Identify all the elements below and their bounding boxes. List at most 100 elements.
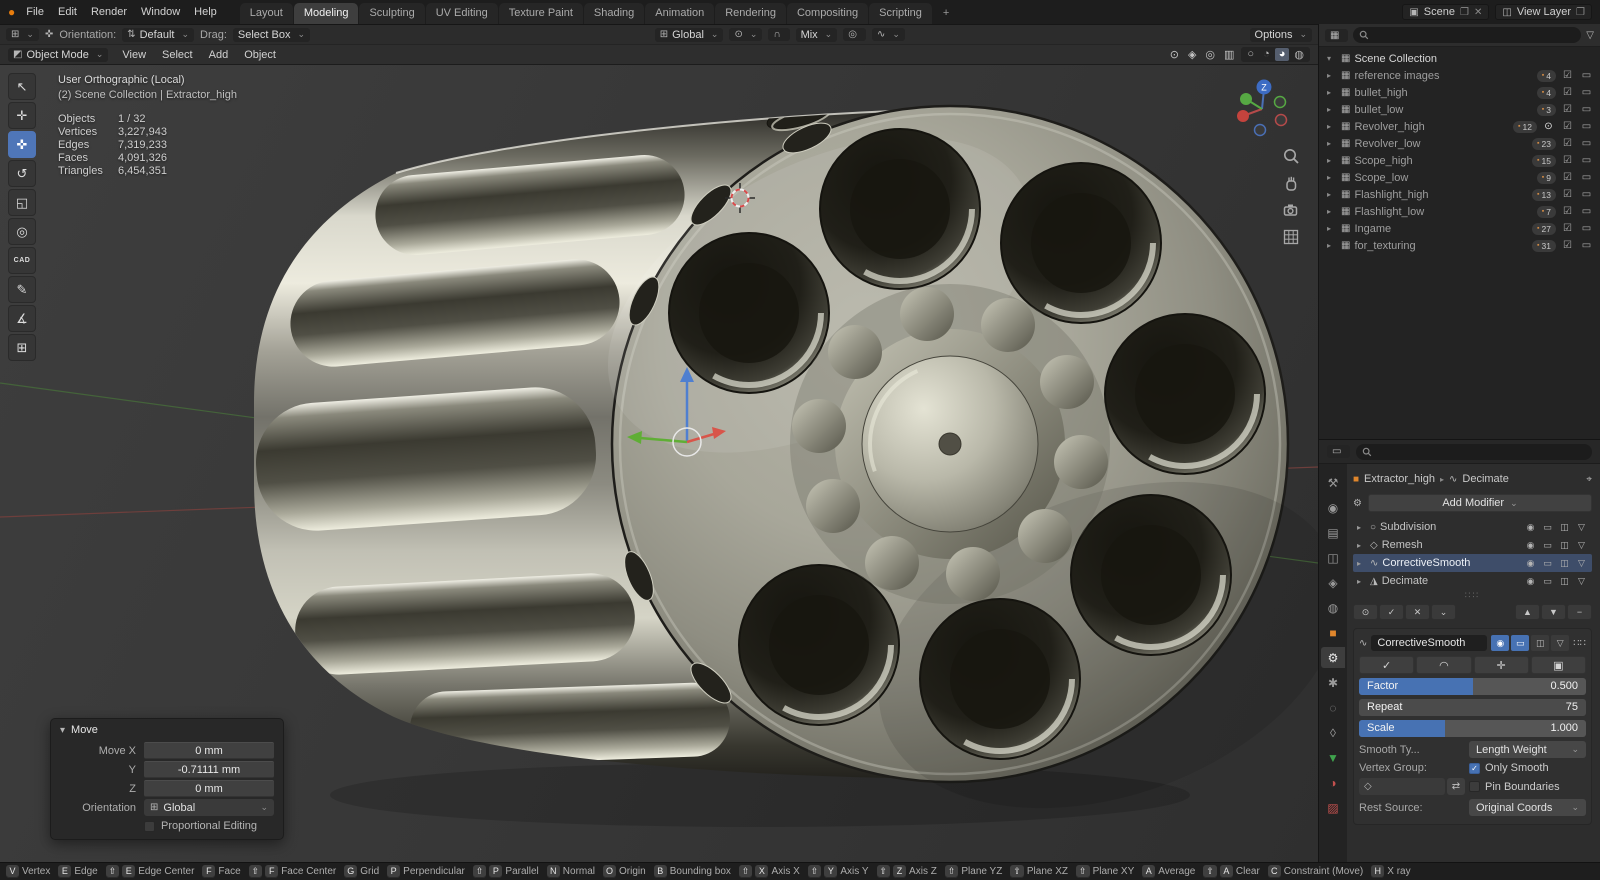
outliner-item[interactable]: ▸ ▦ Scope_high ▪ 15 ☑ ▭ — [1319, 152, 1600, 169]
outliner-item[interactable]: ▸ ▦ Scope_low ▪ 9 ☑ ▭ — [1319, 169, 1600, 186]
modifier-realtime-toggle[interactable]: ▭ — [1541, 576, 1554, 587]
shading-solid-button[interactable]: ◔ — [1259, 48, 1274, 61]
add-modifier-button[interactable]: Add Modifier — [1367, 494, 1592, 512]
factor-slider[interactable]: Factor 0.500 — [1359, 678, 1586, 695]
proportional-falloff-dropdown[interactable]: ∿ — [871, 28, 905, 41]
remove-modifier-button[interactable]: − — [1567, 604, 1592, 620]
disclosure-icon[interactable]: ▸ — [1327, 207, 1337, 216]
cursor-tool[interactable]: ✛ — [8, 102, 36, 129]
modifier-realtime-toggle[interactable]: ▭ — [1541, 522, 1554, 533]
workspace-tab-modeling[interactable]: Modeling — [293, 3, 359, 24]
menu-render[interactable]: Render — [84, 4, 134, 20]
mode-dropdown[interactable]: ◩ Object Mode — [8, 47, 109, 62]
modifier-row-correctivesmooth[interactable]: ▸ ∿ CorrectiveSmooth ◉ ▭ ◫ ▽ — [1353, 554, 1592, 572]
properties-tab-render-icon[interactable]: ◉ — [1321, 497, 1345, 518]
cad-sketcher-tool[interactable]: CAD — [8, 247, 36, 274]
outliner-item[interactable]: ▸ ▦ Flashlight_high ▪ 13 ☑ ▭ — [1319, 186, 1600, 203]
outliner-editor-type-button[interactable]: ▦ — [1325, 28, 1349, 42]
screen-icon[interactable]: ▭ — [1579, 189, 1594, 200]
checkbox-icon[interactable]: ☑ — [1560, 104, 1575, 115]
proportional-editing-button[interactable]: ◎ — [843, 28, 866, 41]
smooth-preview-button[interactable]: ◠ — [1416, 656, 1472, 674]
workspace-tab-shading[interactable]: Shading — [583, 3, 645, 24]
screen-icon[interactable]: ▭ — [1579, 87, 1594, 98]
drag-dropdown[interactable]: Select Box — [232, 27, 311, 42]
checkbox-icon[interactable]: ☑ — [1560, 223, 1575, 234]
disclosure-icon[interactable]: ▸ — [1327, 173, 1337, 182]
workspace-tab-rendering[interactable]: Rendering — [715, 3, 786, 24]
shading-wireframe-button[interactable]: ○ — [1243, 48, 1258, 61]
new-view-layer-icon[interactable]: ❐ — [1576, 7, 1585, 18]
screen-icon[interactable]: ▭ — [1579, 206, 1594, 217]
screen-icon[interactable]: ▭ — [1579, 223, 1594, 234]
outliner-item[interactable]: ▸ ▦ Revolver_high ▪ 12 ⊙ ☑ ▭ — [1319, 118, 1600, 135]
detail-render-toggle[interactable]: ◉ — [1491, 635, 1510, 651]
workspace-tab-sculpting[interactable]: Sculpting — [359, 3, 425, 24]
checkbox-icon[interactable]: ☑ — [1560, 240, 1575, 251]
properties-tab-modifiers-icon[interactable]: ⚙ — [1321, 647, 1345, 668]
disclosure-icon[interactable]: ▸ — [1327, 71, 1337, 80]
disclosure-icon[interactable]: ▸ — [1327, 88, 1337, 97]
duplicate-modifier-button[interactable]: ✛ — [1473, 656, 1529, 674]
screen-icon[interactable]: ▭ — [1579, 138, 1594, 149]
annotate-tool[interactable]: ✎ — [8, 276, 36, 303]
snap-toggle-button[interactable]: ∩ — [768, 28, 790, 41]
gizmo-z-neg-axis[interactable] — [1253, 123, 1267, 137]
menu-file[interactable]: File — [19, 4, 51, 20]
modifier-render-toggle[interactable]: ◉ — [1524, 558, 1537, 569]
show-gizmo-button[interactable]: ◈ — [1186, 48, 1198, 61]
drag-dots-icon[interactable]: ∷∷ — [1573, 638, 1586, 649]
properties-tab-object-data-icon[interactable]: ▼ — [1321, 747, 1345, 768]
disclosure-icon[interactable]: ▸ — [1327, 122, 1337, 131]
modifier-cage-toggle[interactable]: ▽ — [1575, 576, 1588, 587]
workspace-tab-compositing[interactable]: Compositing — [786, 3, 869, 24]
camera-view-icon[interactable] — [1282, 201, 1300, 219]
rest-source-dropdown[interactable]: Original Coords — [1469, 799, 1586, 816]
gizmo-x-neg-axis[interactable] — [1274, 113, 1288, 127]
transform-tool[interactable]: ◎ — [8, 218, 36, 245]
move-field-value[interactable]: -0.71111 mm — [144, 761, 274, 778]
3d-viewport[interactable]: ↖ ✛ ✜ ↺ ◱ ◎ CAD ✎ ∡ ⊞ User Orthographic (Local) (… — [0, 65, 1318, 862]
menu-edit[interactable]: Edit — [51, 4, 84, 20]
repeat-field[interactable]: Repeat 75 — [1359, 699, 1586, 716]
workspace-tab-uv-editing[interactable]: UV Editing — [425, 3, 498, 24]
workspace-tab-texture-paint[interactable]: Texture Paint — [498, 3, 583, 24]
object-visibility-dropdown[interactable]: ⊙ — [1168, 48, 1181, 61]
properties-tab-particles-icon[interactable]: ✱ — [1321, 672, 1345, 693]
modifier-render-toggle[interactable]: ◉ — [1524, 522, 1537, 533]
modifier-render-toggle[interactable]: ◉ — [1524, 576, 1537, 587]
scale-slider[interactable]: Scale 1.000 — [1359, 720, 1586, 737]
modifier-row-subdivision[interactable]: ▸ ○ Subdivision ◉ ▭ ◫ ▽ — [1353, 518, 1592, 536]
disclosure-icon[interactable]: ▸ — [1357, 559, 1366, 568]
modifier-cage-toggle[interactable]: ▽ — [1575, 540, 1588, 551]
workspace-tab-scripting[interactable]: Scripting — [869, 3, 932, 24]
workspace-tab-animation[interactable]: Animation — [645, 3, 715, 24]
outliner-item[interactable]: ▸ ▦ Revolver_low ▪ 23 ☑ ▭ — [1319, 135, 1600, 152]
disclosure-icon[interactable]: ▸ — [1327, 139, 1337, 148]
snap-target-dropdown[interactable]: Mix — [795, 27, 838, 42]
close-scene-icon[interactable]: ✕ — [1474, 7, 1482, 18]
outliner-item[interactable]: ▸ ▦ bullet_high ▪ 4 ☑ ▭ — [1319, 84, 1600, 101]
screen-icon[interactable]: ▭ — [1579, 121, 1594, 132]
zoom-icon[interactable] — [1282, 147, 1300, 165]
properties-tab-physics-icon[interactable]: ◌ — [1321, 697, 1345, 718]
properties-tab-output-icon[interactable]: ▤ — [1321, 522, 1345, 543]
checkbox-icon[interactable]: ☑ — [1560, 121, 1575, 132]
pivot-point-dropdown[interactable]: ⊙ — [729, 28, 763, 41]
breadcrumb-object-name[interactable]: Extractor_high — [1364, 473, 1435, 485]
show-overlays-dropdown[interactable]: ◎ — [1203, 48, 1217, 61]
move-field-value[interactable]: 0 mm — [144, 742, 274, 759]
disclosure-icon[interactable]: ▸ — [1327, 224, 1337, 233]
modifier-realtime-toggle[interactable]: ▭ — [1541, 558, 1554, 569]
pin-boundaries-checkbox[interactable]: ✓ — [1469, 781, 1480, 792]
invert-vertex-group-button[interactable]: ⇄ — [1447, 778, 1465, 795]
apply-modifier-button[interactable]: ✓ — [1359, 656, 1415, 674]
move-orientation-dropdown[interactable]: ⊞ Global ⌄ — [144, 799, 274, 816]
toggle-all-visibility[interactable]: ⊙ — [1353, 604, 1378, 620]
view-layer-selector[interactable]: ◫ View Layer ❐ — [1495, 4, 1592, 20]
menu-window[interactable]: Window — [134, 4, 187, 20]
viewport-menu-view[interactable]: View — [115, 47, 153, 63]
screen-icon[interactable]: ▭ — [1579, 172, 1594, 183]
outliner-item[interactable]: ▸ ▦ bullet_low ▪ 3 ☑ ▭ — [1319, 101, 1600, 118]
remove-all-button[interactable]: ✕ — [1405, 604, 1430, 620]
